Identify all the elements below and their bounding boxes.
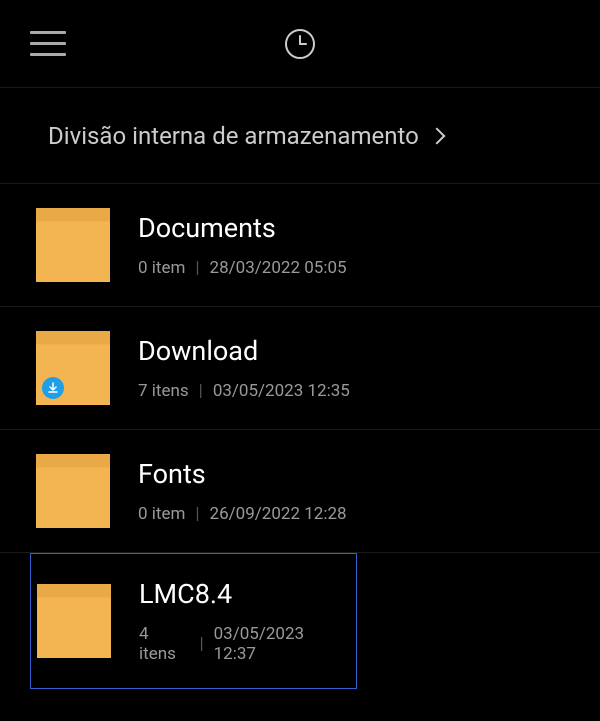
list-item[interactable]: Fonts 0 item | 26/09/2022 12:28 [0,430,600,553]
item-meta: 4 itens | 03/05/2023 12:37 [139,624,350,664]
meta-separator: | [199,634,203,654]
chevron-right-icon [428,127,445,144]
item-meta: 7 itens | 03/05/2023 12:35 [138,381,350,401]
list-item[interactable]: LMC8.4 4 itens | 03/05/2023 12:37 [30,553,357,689]
item-text: Documents 0 item | 28/03/2022 05:05 [138,212,347,278]
item-date: 03/05/2023 12:35 [213,381,350,401]
folder-icon [36,454,110,528]
item-name: Fonts [138,458,347,490]
download-badge-icon [42,377,64,399]
meta-separator: | [199,381,203,401]
item-text: Fonts 0 item | 26/09/2022 12:28 [138,458,347,524]
recent-icon[interactable] [284,28,316,60]
item-date: 03/05/2023 12:37 [214,624,350,664]
item-date: 26/09/2022 12:28 [210,504,347,524]
item-meta: 0 item | 26/09/2022 12:28 [138,504,347,524]
folder-icon [37,584,111,658]
breadcrumb[interactable]: Divisão interna de armazenamento [0,88,600,184]
list-item[interactable]: Documents 0 item | 28/03/2022 05:05 [0,184,600,307]
item-count: 4 itens [139,624,189,664]
item-name: Documents [138,212,347,244]
item-count: 0 item [138,258,185,278]
item-meta: 0 item | 28/03/2022 05:05 [138,258,347,278]
top-bar [0,0,600,88]
list-item[interactable]: Download 7 itens | 03/05/2023 12:35 [0,307,600,430]
menu-icon[interactable] [30,31,66,56]
meta-separator: | [195,258,199,278]
folder-icon [36,208,110,282]
item-text: Download 7 itens | 03/05/2023 12:35 [138,335,350,401]
meta-separator: | [195,504,199,524]
file-list: Documents 0 item | 28/03/2022 05:05 Down… [0,184,600,689]
folder-icon [36,331,110,405]
item-text: LMC8.4 4 itens | 03/05/2023 12:37 [139,578,350,664]
item-name: Download [138,335,350,367]
item-count: 7 itens [138,381,189,401]
item-date: 28/03/2022 05:05 [210,258,347,278]
breadcrumb-label: Divisão interna de armazenamento [48,122,419,150]
item-name: LMC8.4 [139,578,350,610]
item-count: 0 item [138,504,185,524]
